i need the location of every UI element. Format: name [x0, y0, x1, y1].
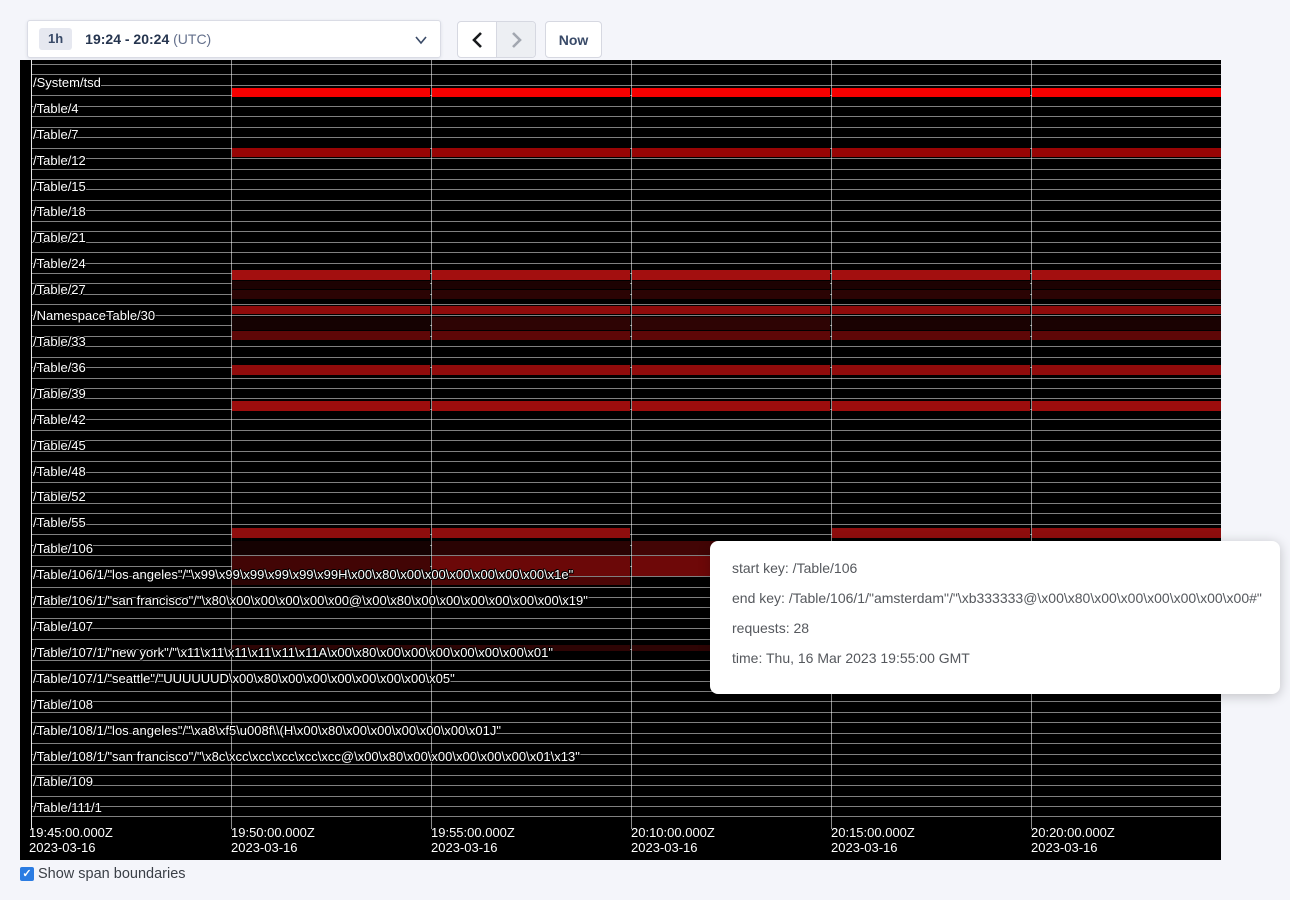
row-label: /Table/108/1/"san francisco"/"\x8c\xcc\x… — [33, 750, 580, 764]
row-label: /Table/24 — [33, 257, 86, 271]
key-visualizer-heatmap[interactable]: /System/tsd/Table/4/Table/7/Table/12/Tab… — [20, 60, 1221, 860]
tooltip-line: end key: /Table/106/1/"amsterdam"/"\xb33… — [732, 590, 1280, 606]
time-range-timezone: (UTC) — [173, 31, 211, 47]
tooltip-line: time: Thu, 16 Mar 2023 19:55:00 GMT — [732, 650, 1280, 666]
row-label: /Table/107/1/"seattle"/"UUUUUUD\x00\x80\… — [33, 672, 455, 686]
row-label: /Table/52 — [33, 490, 86, 504]
row-label: /Table/108 — [33, 698, 93, 712]
row-label: /Table/7 — [33, 128, 79, 142]
row-label: /Table/111/1 — [33, 801, 102, 815]
now-button[interactable]: Now — [545, 21, 602, 58]
cell-tooltip: start key: /Table/106 end key: /Table/106… — [710, 541, 1280, 694]
row-label: /Table/39 — [33, 387, 86, 401]
row-label: /Table/21 — [33, 231, 86, 245]
row-label: /Table/15 — [33, 180, 86, 194]
row-label: /Table/27 — [33, 283, 86, 297]
show-span-boundaries-label: Show span boundaries — [38, 866, 186, 882]
time-nav-group — [457, 21, 536, 58]
row-label: /Table/48 — [33, 465, 86, 479]
time-axis-label: 19:45:00.000Z2023-03-16 — [29, 825, 219, 855]
show-span-boundaries-checkbox[interactable]: ✓ — [20, 867, 34, 881]
row-label: /Table/106/1/"los angeles"/"\x99\x99\x99… — [33, 568, 573, 582]
row-label: /Table/42 — [33, 413, 86, 427]
row-label: /Table/55 — [33, 516, 86, 530]
row-label: /Table/106/1/"san francisco"/"\x80\x00\x… — [33, 594, 588, 608]
next-time-button[interactable] — [496, 22, 535, 57]
row-label: /Table/18 — [33, 205, 86, 219]
checkmark-icon: ✓ — [22, 869, 31, 880]
chevron-right-icon — [510, 31, 523, 49]
row-label: /Table/108/1/"los angeles"/"\xa8\xf5\u00… — [33, 724, 501, 738]
row-label: /Table/33 — [33, 335, 86, 349]
time-axis-label: 19:55:00.000Z2023-03-16 — [431, 825, 621, 855]
time-range-value: 19:24 - 20:24 — [85, 31, 169, 47]
prev-time-button[interactable] — [458, 22, 496, 57]
row-label: /Table/109 — [33, 775, 93, 789]
time-range-selector[interactable]: 1h 19:24 - 20:24 (UTC) — [27, 20, 441, 58]
show-span-boundaries-control: ✓ Show span boundaries — [20, 866, 186, 882]
time-axis-label: 20:10:00.000Z2023-03-16 — [631, 825, 821, 855]
chevron-left-icon — [471, 31, 484, 49]
time-range-label: 19:24 - 20:24 (UTC) — [85, 31, 211, 47]
time-axis-label: 20:15:00.000Z2023-03-16 — [831, 825, 1021, 855]
time-axis-label: 19:50:00.000Z2023-03-16 — [231, 825, 421, 855]
time-axis-label: 20:20:00.000Z2023-03-16 — [1031, 825, 1221, 855]
row-label: /Table/36 — [33, 361, 86, 375]
row-label: /NamespaceTable/30 — [33, 309, 155, 323]
row-label: /System/tsd — [33, 76, 101, 90]
time-preset-badge: 1h — [39, 28, 72, 50]
row-label: /Table/45 — [33, 439, 86, 453]
row-label: /Table/4 — [33, 102, 79, 116]
tooltip-line: requests: 28 — [732, 620, 1280, 636]
row-label: /Table/107/1/"new york"/"\x11\x11\x11\x1… — [33, 646, 553, 660]
chevron-down-icon — [415, 35, 427, 45]
row-label: /Table/106 — [33, 542, 93, 556]
row-label: /Table/12 — [33, 154, 86, 168]
row-label: /Table/107 — [33, 620, 93, 634]
tooltip-line: start key: /Table/106 — [732, 560, 1280, 576]
